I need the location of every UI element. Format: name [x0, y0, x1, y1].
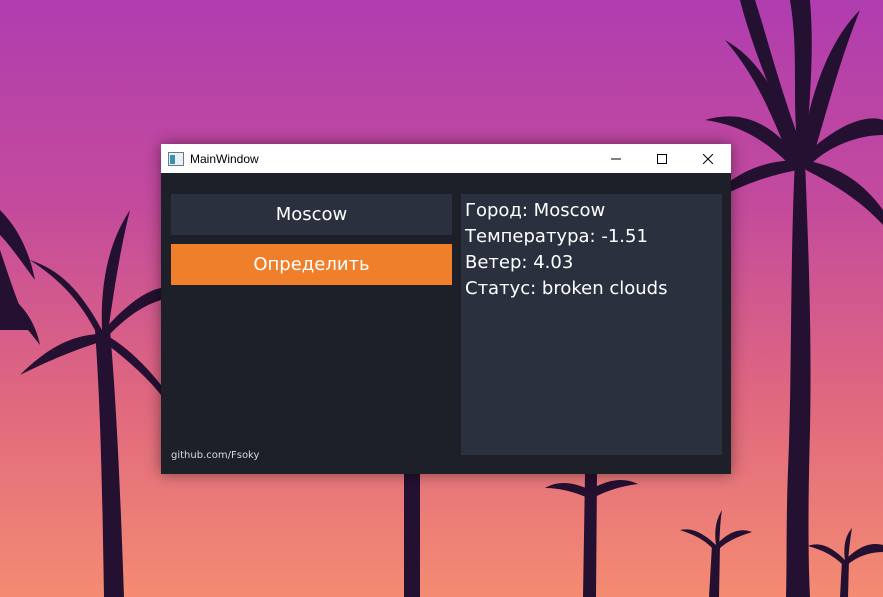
maximize-button[interactable]	[639, 144, 685, 173]
window-controls	[593, 144, 731, 173]
close-icon	[703, 153, 713, 164]
github-link[interactable]: github.com/Fsoky	[171, 450, 259, 461]
minimize-button[interactable]	[593, 144, 639, 173]
status-line: Статус: broken clouds	[465, 278, 668, 299]
temperature-line: Температура: -1.51	[465, 226, 648, 247]
title-bar[interactable]: MainWindow	[161, 144, 731, 173]
main-window: MainWindow Определить github.c	[161, 144, 731, 474]
window-client-area: Определить github.com/Fsoky Город: Mosco…	[161, 173, 731, 474]
app-icon	[168, 151, 184, 166]
minimize-icon	[611, 158, 621, 159]
wind-line: Ветер: 4.03	[465, 252, 574, 273]
close-button[interactable]	[685, 144, 731, 173]
window-title: MainWindow	[190, 151, 259, 166]
weather-info-panel: Город: Moscow Температура: -1.51 Ветер: …	[461, 194, 722, 455]
city-line: Город: Moscow	[465, 200, 606, 221]
detect-button[interactable]: Определить	[171, 244, 452, 285]
city-input[interactable]	[171, 194, 452, 235]
maximize-icon	[657, 153, 667, 164]
